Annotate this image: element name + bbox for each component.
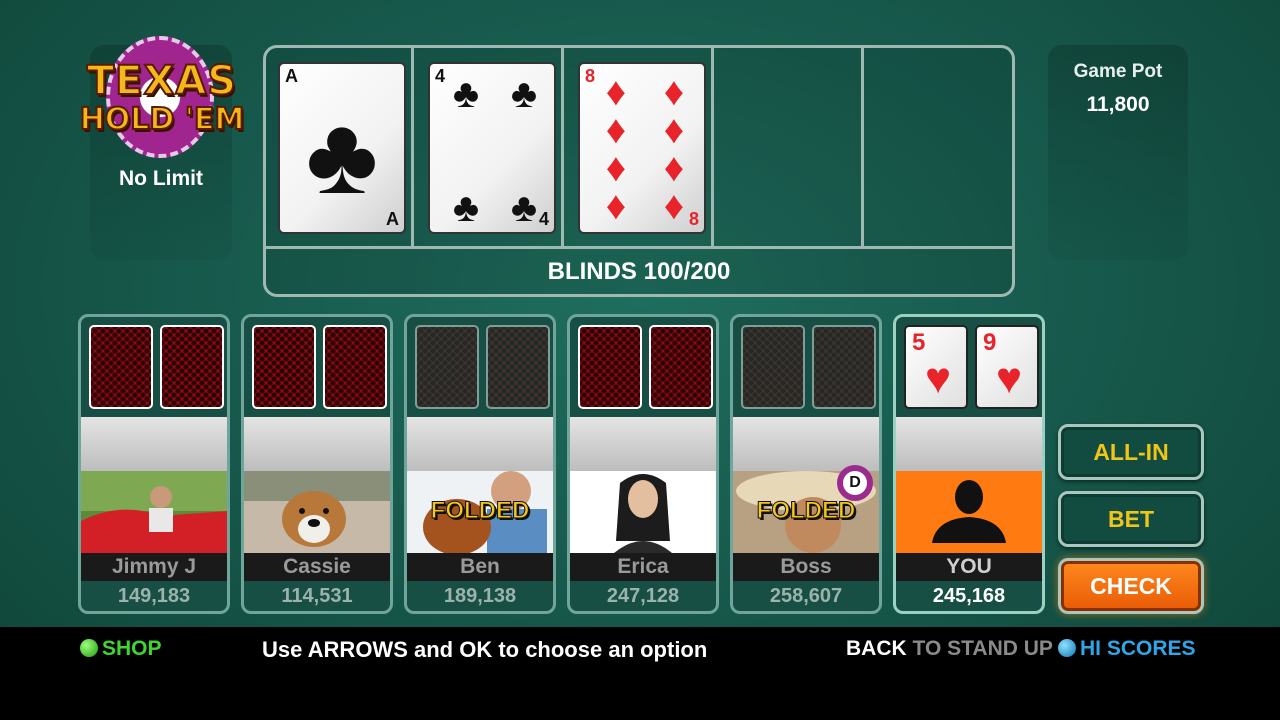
pot-value: 11,800	[1086, 93, 1150, 116]
diamond-suit-icon: ♦	[663, 70, 685, 114]
player-chips: 114,531	[281, 585, 353, 607]
hole-card-nine-hearts: 9 ♥	[975, 325, 1039, 409]
card-rank: 5	[912, 329, 926, 356]
pot-label: Game Pot	[1073, 61, 1163, 82]
board-slot-3: 8 ♦ ♦ ♦ ♦ ♦ ♦ ♦ ♦ 8	[566, 48, 714, 246]
diamond-suit-icon: ♦	[605, 146, 627, 190]
card-back	[89, 325, 153, 409]
club-suit-icon: ♣	[452, 72, 480, 116]
player-name: Boss	[733, 553, 879, 581]
diamond-suit-icon: ♦	[663, 146, 685, 190]
diamond-suit-icon: ♦	[605, 108, 627, 152]
card-back	[415, 325, 479, 409]
bet-button[interactable]: BET	[1058, 491, 1204, 547]
board-slot-1: A ♣ A	[266, 48, 414, 246]
card-rank: A	[285, 66, 298, 86]
game-pot-panel: Game Pot 11,800	[1048, 45, 1188, 260]
board-card-ace-clubs: A ♣ A	[278, 62, 406, 234]
all-in-button[interactable]: ALL-IN	[1058, 424, 1204, 480]
player-seat-ben: FOLDED Ben 189,138	[404, 314, 556, 614]
green-button-icon	[80, 639, 98, 657]
card-back	[741, 325, 805, 409]
card-back	[323, 325, 387, 409]
blue-button-icon	[1058, 639, 1076, 657]
avatar	[570, 471, 716, 553]
texas-holdem-logo: TEXAS HOLD 'EM	[72, 36, 252, 158]
player-chips: 258,607	[769, 585, 843, 607]
player-chips: 247,128	[606, 585, 680, 607]
card-rank: 8	[585, 66, 596, 86]
card-rank: A	[386, 209, 399, 229]
footer-bar: SHOP Use ARROWS and OK to choose an opti…	[0, 627, 1280, 720]
board-slot-2: 4 ♣ ♣ ♣ ♣ 4	[416, 48, 564, 246]
heart-suit-icon: ♥	[995, 354, 1023, 403]
community-board: A ♣ A 4 ♣ ♣ ♣ ♣ 4 8 ♦ ♦ ♦ ♦ ♦ ♦ ♦ ♦ 8 BL…	[263, 45, 1015, 297]
club-suit-icon: ♣	[452, 186, 480, 230]
diamond-suit-icon: ♦	[663, 184, 685, 228]
avatar-silhouette-icon	[896, 471, 1042, 553]
stand-up-label: TO STAND UP	[906, 637, 1053, 660]
avatar	[81, 471, 227, 553]
player-seat-you: 5 ♥ 9 ♥ YOU 245,168	[893, 314, 1045, 614]
player-seat-jimmy-j: Jimmy J 149,183	[78, 314, 230, 614]
back-stand-up-button[interactable]: BACK TO STAND UP	[846, 637, 1053, 661]
player-chips: 189,138	[443, 585, 517, 607]
player-seat-cassie: Cassie 114,531	[241, 314, 393, 614]
logo-text-holdem: HOLD 'EM	[79, 101, 246, 138]
player-chips: 149,183	[117, 585, 191, 607]
card-back	[649, 325, 713, 409]
board-slot-5-empty	[866, 48, 1014, 246]
card-back	[812, 325, 876, 409]
hi-scores-button[interactable]: HI SCORES	[1058, 637, 1196, 661]
card-back	[578, 325, 642, 409]
player-seat-boss: FOLDED D Boss 258,607	[730, 314, 882, 614]
player-name: Jimmy J	[81, 553, 227, 581]
club-suit-icon: ♣	[510, 186, 538, 230]
blinds-label: BLINDS 100/200	[547, 258, 731, 285]
card-rank: 8	[688, 209, 699, 229]
diamond-suit-icon: ♦	[605, 70, 627, 114]
player-name: Cassie	[244, 553, 390, 581]
card-back	[486, 325, 550, 409]
avatar: FOLDED	[407, 471, 553, 553]
game-mode-label: No Limit	[119, 167, 203, 190]
card-rank: 9	[983, 329, 997, 356]
blinds-row: BLINDS 100/200	[266, 246, 1012, 294]
folded-badge: FOLDED	[430, 497, 530, 525]
player-name: Ben	[407, 553, 553, 581]
diamond-suit-icon: ♦	[663, 108, 685, 152]
heart-suit-icon: ♥	[924, 354, 952, 403]
player-seat-erica: Erica 247,128	[567, 314, 719, 614]
dealer-button-icon: D	[837, 465, 873, 501]
back-key-label: BACK	[846, 637, 907, 660]
card-back	[160, 325, 224, 409]
board-card-four-clubs: 4 ♣ ♣ ♣ ♣ 4	[428, 62, 556, 234]
board-card-eight-diamonds: 8 ♦ ♦ ♦ ♦ ♦ ♦ ♦ ♦ 8	[578, 62, 706, 234]
player-name: YOU	[896, 553, 1042, 581]
hole-card-five-hearts: 5 ♥	[904, 325, 968, 409]
club-suit-icon: ♣	[510, 72, 538, 116]
player-name: Erica	[570, 553, 716, 581]
hi-scores-label: HI SCORES	[1080, 637, 1196, 660]
card-back	[252, 325, 316, 409]
shop-button[interactable]: SHOP	[80, 637, 162, 661]
logo-text-texas: TEXAS	[86, 57, 238, 105]
avatar	[244, 471, 390, 553]
diamond-suit-icon: ♦	[605, 184, 627, 228]
card-rank: 4	[538, 209, 549, 229]
shop-label: SHOP	[102, 637, 162, 660]
folded-badge: FOLDED	[756, 497, 856, 525]
card-rank: 4	[435, 66, 446, 86]
check-button[interactable]: CHECK	[1058, 558, 1204, 614]
board-slot-4-empty	[716, 48, 864, 246]
player-chips: 245,168	[932, 585, 1006, 607]
instructions-text: Use ARROWS and OK to choose an option	[262, 637, 708, 662]
club-suit-icon: ♣	[305, 94, 379, 217]
